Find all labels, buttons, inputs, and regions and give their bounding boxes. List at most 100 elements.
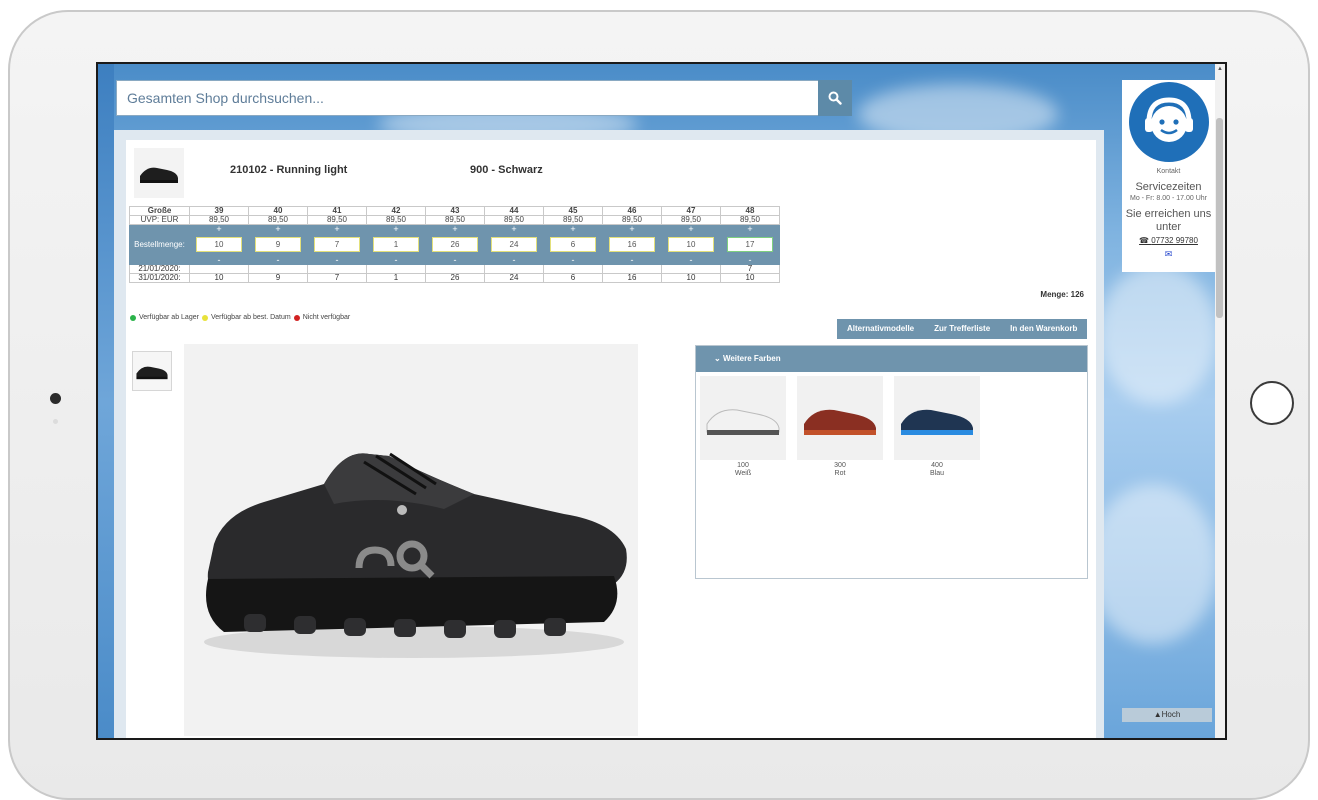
availability-legend: Verfügbar ab Lager Verfügbar ab best. Da… (130, 314, 350, 321)
mail-icon[interactable]: ✉ (1122, 249, 1215, 260)
screen: 210102 - Running light 900 - Schwarz Gro… (96, 62, 1227, 740)
qty-input[interactable]: 1 (373, 237, 419, 252)
color-title: 900 - Schwarz (470, 164, 543, 176)
minus-button[interactable]: - (248, 255, 308, 265)
plus-button[interactable]: + (484, 224, 544, 234)
qty-input[interactable]: 7 (314, 237, 360, 252)
sky-strip (98, 64, 114, 738)
plus-button[interactable]: + (307, 224, 367, 234)
shoe-icon (136, 366, 168, 380)
order-qty-label: Bestellmenge: (129, 233, 190, 256)
sensor-dot (53, 419, 58, 424)
home-button (1250, 381, 1294, 425)
minus-button[interactable]: - (189, 255, 249, 265)
phone-link[interactable]: ☎ 07732 99780 (1122, 236, 1215, 245)
results-button[interactable]: Zur Trefferliste (924, 319, 1000, 339)
shoe-white-image (706, 409, 780, 435)
content-area: 210102 - Running light 900 - Schwarz Gro… (114, 130, 1104, 738)
plus-button[interactable]: + (248, 224, 308, 234)
service-hours: Mo - Fr: 8.00 - 17.00 Uhr (1129, 195, 1208, 202)
legend-from-date: Verfügbar ab best. Datum (210, 314, 291, 321)
shoe-blue-image (901, 409, 973, 435)
headset-icon (1144, 97, 1193, 142)
search-input[interactable] (117, 81, 849, 115)
camera-dot (50, 393, 61, 404)
back-to-top-button[interactable]: ▲Hoch (1122, 708, 1212, 722)
legend-not-available: Nicht verfügbar (302, 314, 351, 321)
qty-input[interactable]: 26 (432, 237, 478, 252)
action-bar: Alternativmodelle Zur Trefferliste In de… (837, 319, 1088, 339)
service-hours-title: Servicezeiten (1135, 181, 1202, 193)
minus-button[interactable]: - (602, 255, 662, 265)
color-swatch-red[interactable] (797, 376, 883, 460)
plus-button[interactable]: + (543, 224, 603, 234)
contact-panel: Kontakt Servicezeiten Mo - Fr: 8.00 - 17… (1122, 80, 1215, 272)
qty-input[interactable]: 16 (609, 237, 655, 252)
plus-button[interactable]: + (602, 224, 662, 234)
date-cell: 1 (366, 273, 426, 283)
qty-input[interactable]: 24 (491, 237, 537, 252)
minus-button[interactable]: - (661, 255, 721, 265)
scrollbar-thumb[interactable] (1216, 118, 1223, 318)
qty-input[interactable]: 6 (550, 237, 596, 252)
chevron-down-icon: ⌄ (714, 354, 723, 363)
search-bar (116, 80, 850, 116)
gallery-thumbnail[interactable] (132, 351, 172, 391)
shoe-image (204, 452, 627, 658)
article-title: 210102 - Running light (230, 164, 348, 176)
alternatives-button[interactable]: Alternativmodelle (837, 319, 924, 339)
phone-icon: ☎ (1139, 236, 1152, 245)
plus-button[interactable]: + (425, 224, 485, 234)
size-table: Große 39 40 41 42 43 44 45 46 47 48 UVP:… (129, 206, 780, 283)
red-dot-icon (293, 314, 300, 321)
minus-button[interactable]: - (307, 255, 367, 265)
green-dot-icon (130, 314, 136, 321)
support-avatar (1128, 82, 1209, 162)
product-main-image (184, 344, 638, 736)
minus-button[interactable]: - (366, 255, 426, 265)
more-colors-title: Weitere Farben (722, 354, 781, 363)
date-cell: 10 (720, 273, 780, 283)
date-label: 31/01/2020: (129, 273, 190, 283)
color-label: 100 Weiß (734, 462, 752, 477)
shoe-red-image (804, 409, 876, 435)
date-cell: 7 (307, 273, 367, 283)
color-label: 300 Rot (834, 462, 846, 477)
product-thumbnail[interactable] (134, 148, 184, 198)
product-panel: 210102 - Running light 900 - Schwarz Gro… (126, 140, 1096, 738)
plus-button[interactable]: + (189, 224, 249, 234)
qty-input[interactable]: 10 (668, 237, 714, 252)
minus-button[interactable]: - (425, 255, 485, 265)
date-cell: 16 (602, 273, 662, 283)
qty-input[interactable]: 9 (255, 237, 301, 252)
date-cell: 26 (425, 273, 485, 283)
color-swatch-blue[interactable] (894, 376, 980, 460)
plus-button[interactable]: + (720, 224, 780, 234)
search-icon (828, 91, 842, 105)
legend-in-stock: Verfügbar ab Lager (139, 314, 199, 321)
uvp-label: UVP: EUR (129, 215, 190, 225)
minus-button[interactable]: - (543, 255, 603, 265)
date-cell: 10 (661, 273, 721, 283)
scroll-up-arrow-icon[interactable]: ▲ (1216, 66, 1224, 72)
plus-button[interactable]: + (661, 224, 721, 234)
date-cell: 6 (543, 273, 603, 283)
more-colors-panel: ⌄ Weitere Farben 100 Weiß 300 Rot 400 Bl… (695, 345, 1088, 579)
total-quantity: Menge: 126 (1040, 290, 1084, 299)
shoe-icon (140, 167, 178, 183)
add-to-cart-button[interactable]: In den Warenkorb (1000, 319, 1087, 339)
more-colors-header[interactable]: ⌄ Weitere Farben (696, 346, 1087, 372)
color-swatch-white[interactable] (700, 376, 786, 460)
qty-input[interactable]: 10 (196, 237, 242, 252)
arrow-up-icon: ▲ (1153, 710, 1162, 719)
yellow-dot-icon (201, 314, 208, 321)
date-cell: 9 (248, 273, 308, 283)
plus-button[interactable]: + (366, 224, 426, 234)
minus-button[interactable]: - (484, 255, 544, 265)
reach-us-text: Sie erreichen uns unter (1125, 208, 1212, 233)
date-cell: 10 (189, 273, 249, 283)
search-button[interactable] (818, 80, 852, 116)
qty-input[interactable]: 17 (727, 237, 773, 252)
contact-label: Kontakt (1156, 168, 1181, 175)
empty-cell (129, 224, 190, 234)
